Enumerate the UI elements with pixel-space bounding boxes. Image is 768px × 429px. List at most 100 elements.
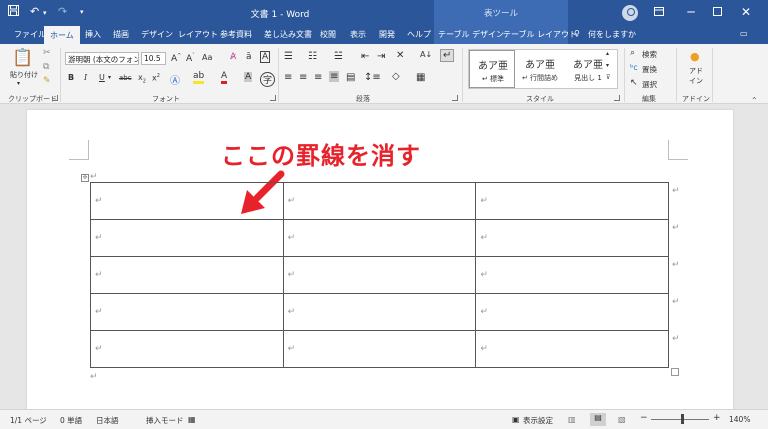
enclosed-char-icon[interactable]: 字 — [260, 72, 276, 87]
tab-view[interactable]: 表示 — [350, 29, 366, 40]
grow-font-icon[interactable]: A^ — [171, 53, 181, 64]
select-button[interactable]: 選択 — [642, 79, 657, 90]
align-left-icon[interactable]: ≡ — [284, 72, 292, 83]
tab-mailings[interactable]: 差し込み文書 — [264, 29, 312, 40]
tab-home[interactable]: ホーム — [44, 26, 80, 44]
align-center-icon[interactable]: ≡ — [299, 72, 307, 83]
zoom-slider-thumb[interactable] — [681, 414, 684, 424]
italic-icon[interactable]: I — [84, 73, 87, 82]
clear-formatting-icon[interactable]: A̷ — [230, 52, 236, 62]
maximize-icon[interactable] — [708, 5, 726, 19]
select-icon[interactable]: ↖ — [630, 78, 638, 88]
web-layout-icon[interactable]: ▧ — [618, 415, 626, 424]
table-cell[interactable]: ↵ — [90, 182, 284, 220]
tab-layout[interactable]: レイアウト — [178, 29, 218, 40]
styles-launcher-icon[interactable] — [614, 95, 620, 101]
text-effects-icon[interactable]: Ⓐ — [170, 72, 180, 87]
table-cell[interactable]: ↵ — [282, 256, 477, 294]
table-cell[interactable]: ↵ — [282, 330, 477, 368]
tab-table-design[interactable]: テーブル デザイン — [438, 29, 504, 40]
tab-file[interactable]: ファイル — [14, 29, 46, 40]
superscript-icon[interactable]: x2 — [152, 73, 160, 83]
copy-icon[interactable]: ⧉ — [43, 62, 49, 72]
table-cell[interactable]: ↵ — [475, 330, 669, 368]
zoom-level[interactable]: 140% — [729, 415, 750, 424]
close-icon[interactable]: ✕ — [737, 5, 755, 19]
borders-icon[interactable]: ▦ — [416, 72, 425, 83]
strikethrough-icon[interactable]: abc — [119, 74, 132, 82]
ribbon-display-options-icon[interactable] — [650, 5, 668, 19]
font-name-box[interactable]: 游明朝 (本文のフォン — [65, 52, 139, 65]
tab-review[interactable]: 校閲 — [320, 29, 336, 40]
table-cell[interactable]: ↵ — [282, 182, 477, 220]
table-resize-handle[interactable] — [671, 368, 679, 376]
addins-icon[interactable]: ● — [690, 50, 700, 63]
macro-record-icon[interactable]: ▦ — [188, 415, 196, 424]
account-avatar[interactable] — [622, 5, 638, 21]
table-cell[interactable]: ↵ — [475, 256, 669, 294]
multilevel-list-icon[interactable]: ☱ — [334, 51, 343, 62]
tab-help[interactable]: ヘルプ — [407, 29, 431, 40]
comments-icon[interactable]: ▭ — [740, 29, 748, 38]
phonetic-guide-icon[interactable]: ā — [246, 52, 252, 62]
table-move-handle[interactable]: ✢ — [81, 174, 89, 182]
paragraph-launcher-icon[interactable] — [452, 95, 458, 101]
format-painter-icon[interactable]: ✎ — [43, 76, 51, 86]
tab-draw[interactable]: 描画 — [113, 29, 129, 40]
font-launcher-icon[interactable] — [270, 95, 276, 101]
change-case-button[interactable]: Aa — [202, 53, 212, 62]
decrease-indent-icon[interactable]: ⇤ — [361, 51, 369, 62]
replace-icon[interactable]: ᵇc — [630, 63, 638, 72]
paste-button[interactable]: 貼り付け — [10, 70, 38, 80]
character-shading-icon[interactable]: A — [244, 72, 253, 82]
table-cell[interactable]: ↵ — [90, 330, 284, 368]
addins-button[interactable]: アド イン — [689, 66, 703, 86]
highlight-icon[interactable]: ab — [193, 71, 205, 84]
gallery-more-icon[interactable]: ⊽ — [606, 74, 610, 81]
font-size-box[interactable]: 10.5 — [141, 52, 166, 65]
style-no-spacing[interactable]: あア亜 ↵ 行間詰め — [517, 50, 563, 88]
tab-references[interactable]: 参考資料 — [220, 29, 252, 40]
cut-icon[interactable]: ✂ — [43, 48, 51, 58]
style-normal[interactable]: あア亜 ↵ 標準 — [469, 50, 515, 88]
table-cell[interactable]: ↵ — [475, 219, 669, 257]
clipboard-launcher-icon[interactable] — [52, 95, 58, 101]
replace-button[interactable]: 置換 — [642, 64, 657, 75]
shading-icon[interactable]: ◇ — [392, 71, 400, 82]
tell-me-box[interactable]: 何をしますか — [588, 29, 636, 40]
table-cell[interactable]: ↵ — [475, 182, 669, 220]
line-spacing-icon[interactable]: ↕≡ — [364, 72, 381, 83]
language-indicator[interactable]: 日本語 — [96, 415, 119, 426]
subscript-icon[interactable]: x2 — [138, 73, 146, 85]
increase-indent-icon[interactable]: ⇥ — [377, 51, 385, 62]
display-settings-button[interactable]: 表示設定 — [523, 415, 553, 426]
tab-developer[interactable]: 開発 — [379, 29, 395, 40]
font-color-icon[interactable]: A — [221, 71, 228, 84]
search-icon[interactable]: ⌕ — [630, 48, 635, 58]
bold-icon[interactable]: B — [68, 73, 74, 82]
tab-insert[interactable]: 挿入 — [85, 29, 101, 40]
enclose-character-icon[interactable]: A — [260, 51, 271, 63]
shrink-font-icon[interactable]: Aˇ — [186, 53, 195, 64]
numbering-icon[interactable]: ☷ — [308, 51, 317, 62]
zoom-out-button[interactable]: − — [640, 413, 648, 423]
table-cell[interactable]: ↵ — [90, 256, 284, 294]
gallery-up-icon[interactable]: ▴ — [606, 50, 609, 57]
print-layout-icon[interactable]: ▤ — [590, 413, 606, 426]
table-cell[interactable]: ↵ — [282, 293, 477, 331]
display-settings-icon[interactable]: ▣ — [512, 415, 520, 424]
table-cell[interactable]: ↵ — [90, 219, 284, 257]
bullets-icon[interactable]: ☰ — [284, 51, 293, 62]
asian-layout-icon[interactable]: ✕ — [396, 50, 404, 61]
sort-icon[interactable]: A↓ — [420, 50, 432, 59]
align-right-icon[interactable]: ≡ — [314, 72, 322, 83]
gallery-down-icon[interactable]: ▾ — [606, 62, 609, 69]
underline-icon[interactable]: U — [99, 73, 105, 82]
show-marks-icon[interactable]: ↵ — [440, 49, 455, 62]
read-mode-icon[interactable]: ▥ — [568, 415, 576, 424]
paste-icon[interactable]: 📋 — [12, 48, 33, 68]
underline-dropdown-icon[interactable]: ▾ — [108, 74, 111, 81]
table-cell[interactable]: ↵ — [90, 293, 284, 331]
tab-design[interactable]: デザイン — [141, 29, 173, 40]
zoom-in-button[interactable]: + — [713, 413, 721, 423]
